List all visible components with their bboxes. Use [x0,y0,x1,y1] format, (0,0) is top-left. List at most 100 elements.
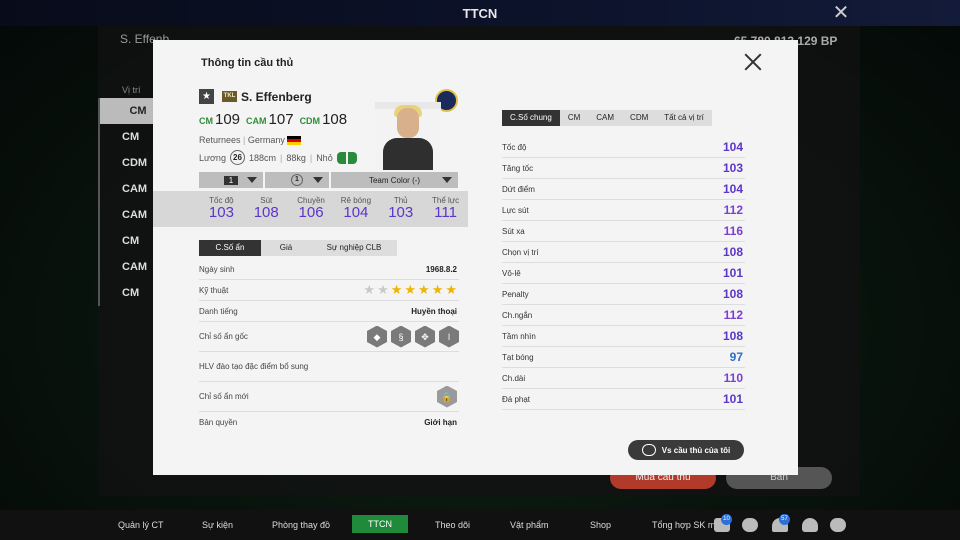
stat-label: Dứt điểm [502,184,535,194]
left-tab[interactable]: Giá [261,240,311,256]
window-close-icon[interactable]: ✕ [832,3,850,23]
team-color-select[interactable]: Team Color (-) [331,172,458,188]
nav-item[interactable]: Theo dõi [435,520,470,530]
germany-flag-icon [287,136,302,146]
stat-label: Ch.ngắn [502,310,533,320]
nav-item[interactable]: Tổng hợp SK mới [652,520,723,530]
fame-row: Danh tiếng Huyền thoại [199,301,459,322]
compare-label: Vs cầu thủ của tôi [661,445,731,455]
paw-trait-icon[interactable]: ✥ [415,325,435,348]
skill-star-icon: ★ [390,282,403,297]
new-hidden-row: Chỉ số ẩn mới 🔒 [199,382,459,412]
stat-label: Tốc độ [502,142,527,152]
right-tab[interactable]: CDM [622,110,657,126]
position-list-item[interactable]: CM [98,98,154,124]
right-tab[interactable]: CAM [588,110,623,126]
compare-icon [641,444,656,456]
stat-value: 101 [722,392,743,406]
enhance-value: 1 [291,174,303,186]
position-list-item[interactable]: CAM [98,176,154,202]
position-list-item[interactable]: CM [98,228,154,254]
position-ratings: CM 109 CAM 107 CDM 108 [199,111,347,129]
profile-icon[interactable] [802,518,818,532]
right-tabs: C.Số chung CM CAM CDM Tất cả vị trí [502,110,712,126]
position-value: 109 [215,111,241,128]
close-icon[interactable] [743,52,763,72]
right-tab[interactable]: CM [559,110,589,126]
coach-row: HLV đào tạo đặc điểm bổ sung [199,352,459,382]
nav-item[interactable]: Vật phẩm [510,520,549,530]
stat-row: Chọn vị trí 108 [502,242,745,263]
skill-label: Kỹ thuật [199,285,229,295]
stat-value: 104 [722,182,743,196]
chevron-down-icon [442,177,452,183]
birth-label: Ngày sinh [199,264,235,274]
position-rating: CM 109 [199,111,240,129]
nav-item[interactable]: Shop [590,520,611,530]
list-header: Vị trí [122,85,141,95]
position-value: 107 [268,111,294,128]
enhance-select[interactable]: 1 [265,172,329,188]
gear-icon[interactable] [830,518,846,532]
player-nation: Germany [247,135,285,145]
position-label: CDM [299,116,321,126]
main-stat: Sút 108 [244,191,289,227]
skill-star-icon: ★ [377,282,389,297]
stat-row: Tăng tốc 103 [502,158,745,179]
stat-label: Tầm nhìn [502,331,536,341]
position-list-item[interactable]: CM [98,124,154,150]
stat-row: Lực sút 112 [502,200,745,221]
position-list-item[interactable]: CM [98,280,154,306]
position-list-item[interactable]: CAM [98,254,154,280]
stat-label: Chọn vị trí [502,247,539,257]
nav-item[interactable]: Phòng thay đồ [272,520,330,530]
stat-value: 103 [722,161,743,175]
diamond-trait-icon[interactable]: ◆ [367,325,387,348]
player-meta-2: Lương 26 188cm | 88kg | Nhỏ [199,150,357,165]
position-list-item[interactable]: CAM [98,202,154,228]
player-name: S. Effenberg [241,90,312,104]
chevron-down-icon [313,177,323,183]
left-tab[interactable]: Sự nghiệp CLB [311,240,397,256]
left-tab[interactable]: C.Số ẩn [199,240,261,256]
right-tab[interactable]: C.Số chung [502,110,560,126]
favorite-star-icon[interactable]: ★ [199,89,214,104]
team-color-value: Team Color (-) [368,175,421,185]
player-body: Nhỏ [316,152,333,163]
rights-label: Bản quyền [199,418,238,427]
main-stat: Rê bóng 104 [333,191,378,227]
skill-star-icon: ★ [445,282,457,297]
coach-label: HLV đào tạo đặc điểm bổ sung [199,362,309,371]
main-stat-value: 108 [253,204,279,221]
thermometer-trait-icon[interactable]: ǀ [439,325,459,348]
stat-row: Tốc độ 104 [502,137,745,158]
level-select[interactable]: 1 [199,172,263,188]
lock-icon[interactable]: 🔒 [437,385,457,408]
stat-value: 108 [722,329,743,343]
bell-badge: 57 [779,514,790,525]
right-tab[interactable]: Tất cả vị trí [656,110,712,126]
player-class: Returnees [199,135,241,145]
detailed-stats: Tốc độ 104 Tăng tốc 103 Dứt điểm 104 Lực sút 11… [502,137,745,410]
stat-label: Vô-lê [502,268,521,278]
hidden-traits-label: Chỉ số ẩn gốc [199,332,248,341]
player-height: 188cm [248,152,276,163]
shield-icon[interactable] [742,518,758,532]
modal-title: Thông tin cầu thủ [201,57,294,69]
compare-button[interactable]: Vs cầu thủ của tôi [628,440,744,460]
stat-row: Ch.ngắn 112 [502,305,745,326]
nav-item[interactable]: TTCN [352,515,408,533]
stat-value: 112 [723,203,743,217]
position-list-item[interactable]: CDM [98,150,154,176]
stat-label: Penalty [502,289,529,299]
selector-row: 1 1 Team Color (-) [199,172,458,188]
stat-row: Sút xa 116 [502,221,745,242]
nav-item[interactable]: Sự kiện [202,520,233,530]
stat-value: 112 [723,308,743,322]
nav-item[interactable]: Quản lý CT [118,520,164,530]
main-stat-value: 103 [208,204,234,221]
player-meta-1: Returnees | Germany [199,135,302,146]
position-rating: CDM 108 [300,111,348,129]
snake-trait-icon[interactable]: § [391,325,411,348]
new-hidden-label: Chỉ số ẩn mới [199,392,249,401]
